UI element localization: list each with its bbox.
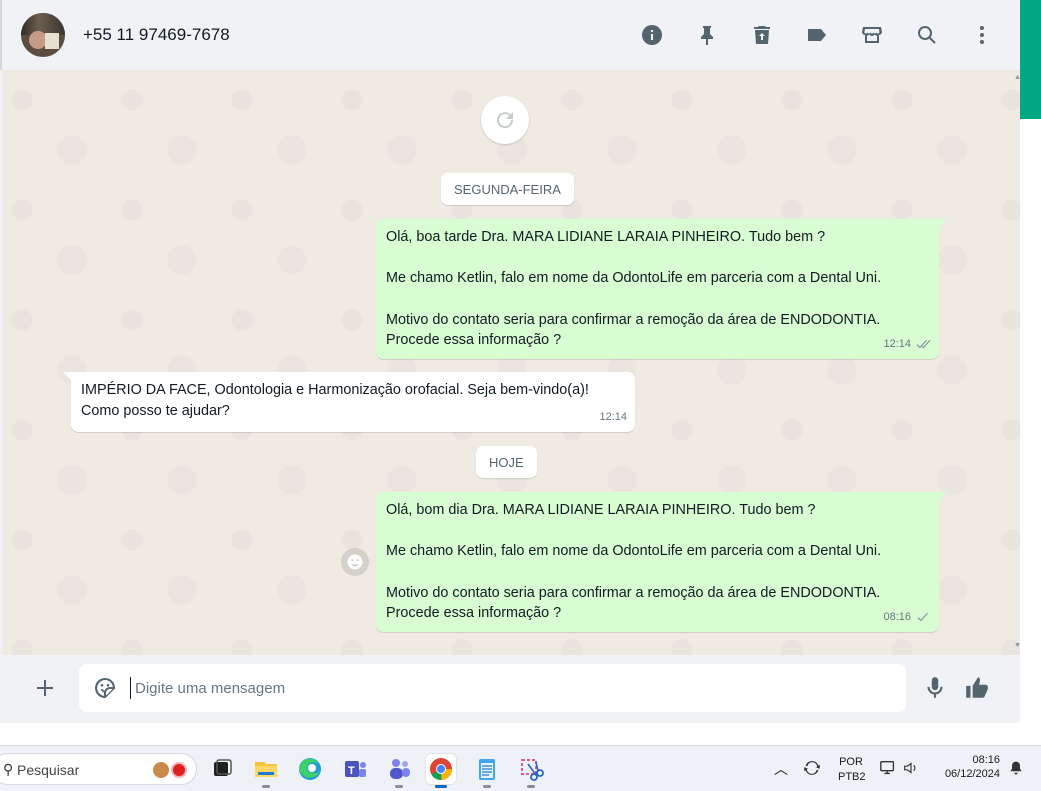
window-bottom-margin [0, 723, 1020, 745]
folder-icon [255, 762, 277, 777]
keyboard-layout: PTB2 [838, 771, 866, 783]
search-highlight-icon [153, 762, 169, 778]
teams-classic-button[interactable]: T [340, 754, 370, 784]
message-outgoing[interactable]: Olá, boa tarde Dra. MARA LIDIANE LARAIA … [376, 219, 947, 359]
language-code: POR [839, 756, 863, 768]
double-check-icon [916, 339, 931, 349]
snipping-tool-button[interactable] [516, 754, 546, 788]
message-text: Motivo do contato seria para confirmar a… [386, 311, 881, 328]
show-hidden-icons-chevron-icon[interactable]: ︿ [774, 759, 788, 779]
load-more-button[interactable] [481, 96, 529, 144]
message-time: 12:14 [883, 338, 911, 351]
message-text: Como posso te ajudar? [81, 402, 230, 419]
accent-strip [1020, 0, 1041, 119]
message-outgoing[interactable]: Olá, bom dia Dra. MARA LIDIANE LARAIA PI… [376, 492, 947, 632]
message-text: Me chamo Ketlin, falo em nome da OdontoL… [386, 543, 882, 560]
language-indicator[interactable]: POR PTB2 [838, 756, 866, 783]
date-chip: HOJE [476, 446, 537, 478]
store-icon[interactable] [859, 22, 885, 48]
date-chip: SEGUNDA-FEIRA [441, 173, 574, 205]
attach-button[interactable] [32, 675, 58, 701]
taskbar-search[interactable]: ⚲ Pesquisar [0, 753, 197, 785]
label-icon[interactable] [804, 22, 830, 48]
reaction-button[interactable] [341, 548, 369, 576]
message-list[interactable]: ▲ ▼ SEGUNDA-FEIRA Olá, boa tarde Dra. MA… [2, 70, 1020, 655]
search-icon[interactable] [914, 22, 940, 48]
file-explorer-button[interactable] [251, 754, 281, 788]
scroll-down-arrow[interactable]: ▼ [1014, 642, 1020, 649]
taskbar-search-label: Pesquisar [17, 762, 80, 778]
svg-text:T: T [348, 765, 355, 777]
composer [2, 655, 1020, 723]
chat-header: +55 11 97469-7678 [0, 0, 1020, 70]
thumbs-up-icon [966, 677, 988, 698]
teams-classic-icon: T [345, 761, 366, 777]
message-text: Procede essa informação ? [386, 605, 562, 622]
send-like-button[interactable] [964, 675, 994, 703]
message-incoming[interactable]: IMPÉRIO DA FACE, Odontologia e Harmoniza… [63, 372, 635, 432]
edge-button[interactable] [295, 754, 325, 784]
message-text: Olá, boa tarde Dra. MARA LIDIANE LARAIA … [386, 229, 826, 245]
contact-avatar[interactable] [21, 13, 65, 57]
scroll-up-arrow[interactable]: ▲ [1014, 74, 1020, 81]
message-meta: 08:16 [883, 607, 931, 628]
emoji-icon [347, 554, 363, 570]
clock-date: 06/12/2024 [944, 768, 1000, 780]
task-view-button[interactable] [207, 754, 237, 784]
notification-bell-icon[interactable] [1008, 759, 1024, 780]
menu-icon[interactable] [969, 22, 995, 48]
sync-icon[interactable] [802, 758, 822, 781]
contact-name[interactable]: +55 11 97469-7678 [83, 25, 230, 45]
message-text: Olá, bom dia Dra. MARA LIDIANE LARAIA PI… [386, 502, 816, 518]
plus-icon [37, 680, 53, 696]
task-view-icon [214, 759, 232, 776]
side-panel-edge [1020, 0, 1041, 745]
network-icon[interactable] [879, 759, 897, 780]
single-check-icon [917, 612, 928, 622]
message-text: Motivo do contato seria para confirmar a… [386, 584, 881, 601]
teams-button[interactable] [384, 754, 414, 788]
snipping-tool-icon [521, 759, 544, 781]
message-text: Me chamo Ketlin, falo em nome da OdontoL… [386, 270, 882, 287]
voice-message-button[interactable] [922, 675, 948, 703]
teams-icon [390, 759, 410, 779]
chrome-button[interactable] [426, 754, 456, 788]
info-icon[interactable] [639, 22, 665, 48]
pin-icon[interactable] [694, 22, 720, 48]
refresh-icon [497, 112, 514, 129]
windows-taskbar: ⚲ Pesquisar T ︿ POR PTB2 08:16 06/12/202… [0, 745, 1041, 791]
search-highlight-icon [171, 762, 187, 778]
sticker-button[interactable] [93, 676, 117, 700]
delete-icon[interactable] [749, 22, 775, 48]
edge-icon [299, 758, 321, 780]
message-text: Procede essa informação ? [386, 332, 562, 349]
message-meta: 12:14 [599, 407, 627, 428]
message-meta: 12:14 [883, 334, 931, 355]
system-clock[interactable]: 08:16 06/12/2024 [937, 754, 1000, 780]
message-text: IMPÉRIO DA FACE, Odontologia e Harmoniza… [81, 382, 589, 398]
message-input-box[interactable] [79, 664, 906, 712]
microphone-icon [927, 677, 943, 698]
volume-icon[interactable] [902, 759, 920, 780]
text-caret [130, 677, 131, 699]
search-icon: ⚲ [3, 761, 14, 777]
clock-time: 08:16 [972, 754, 1000, 766]
message-time: 12:14 [599, 411, 627, 424]
sticker-icon [95, 678, 115, 698]
notepad-icon [479, 759, 495, 780]
message-input[interactable] [135, 664, 875, 712]
notepad-button[interactable] [472, 754, 502, 788]
chrome-icon [430, 758, 452, 780]
message-time: 08:16 [883, 611, 911, 624]
